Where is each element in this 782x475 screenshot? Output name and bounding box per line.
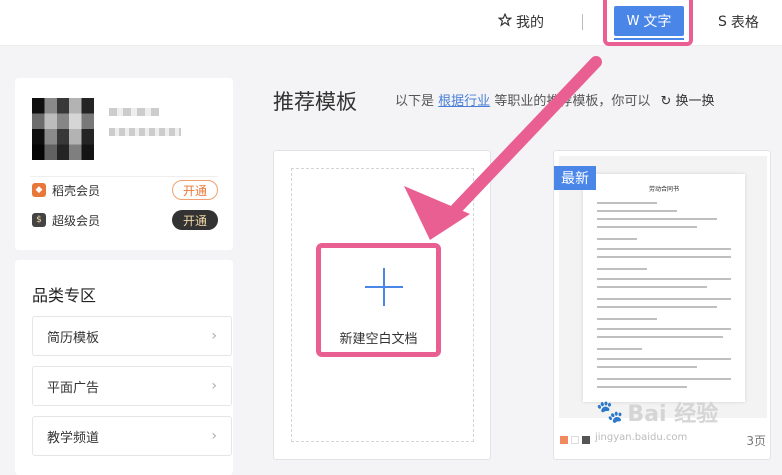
- chevron-right-icon: ›: [211, 428, 217, 444]
- top-bar: 我的 W 文字 S 表格: [0, 0, 782, 46]
- doc-line: [597, 298, 731, 300]
- doc-line: [597, 286, 707, 288]
- open-dake-button[interactable]: 开通: [172, 180, 218, 200]
- dake-member-icon: ◆: [32, 183, 46, 197]
- new-badge: 最新: [554, 166, 596, 190]
- category-item-label: 教学频道: [47, 430, 100, 446]
- member-row-super: $ 超级会员 开通: [32, 210, 218, 230]
- tab-doc-label: 文字: [643, 14, 672, 30]
- color-swatch: [560, 436, 568, 444]
- swap-label: 换一换: [675, 94, 715, 109]
- nav-mine[interactable]: 我的: [497, 12, 544, 32]
- sheet-s-icon: S: [718, 14, 727, 30]
- member-row-dake: ◆ 稻壳会员 开通: [32, 180, 218, 200]
- doc-line: [597, 366, 697, 368]
- member-label: 稻壳会员: [52, 183, 101, 198]
- doc-line: [597, 218, 717, 220]
- tab-sheet[interactable]: S 表格: [718, 12, 759, 32]
- category-item-label: 简历模板: [47, 330, 100, 346]
- tab-sheet-label: 表格: [730, 15, 759, 31]
- doc-w-icon: W: [626, 13, 640, 29]
- chevron-right-icon: ›: [211, 378, 217, 394]
- avatar[interactable]: [32, 98, 94, 160]
- plus-icon: [365, 268, 403, 306]
- watermark-text: Bai 经验: [627, 402, 719, 427]
- member-label: 超级会员: [52, 213, 101, 228]
- industry-link[interactable]: 根据行业: [438, 94, 490, 109]
- template-thumbnail[interactable]: 劳动合同书: [559, 156, 767, 418]
- doc-line: [597, 336, 723, 338]
- doc-preview-title: 劳动合同书: [648, 186, 679, 193]
- chevron-right-icon: ›: [211, 328, 217, 344]
- doc-line: [597, 256, 731, 258]
- hint-prefix: 以下是: [395, 94, 435, 109]
- color-swatch: [582, 436, 590, 444]
- tab-underline: [614, 38, 684, 40]
- nav-mine-label: 我的: [516, 15, 544, 31]
- category-item-teaching[interactable]: 教学频道 ›: [32, 416, 232, 456]
- baidu-watermark: 🐾 Bai 经验: [596, 392, 718, 432]
- doc-line: [597, 318, 657, 320]
- doc-line: [597, 306, 717, 308]
- new-blank-label: 新建空白文档: [339, 332, 418, 347]
- category-card: 品类专区 简历模板 › 平面广告 › 教学频道 ›: [15, 260, 233, 475]
- doc-line: [597, 386, 687, 388]
- category-title: 品类专区: [32, 286, 97, 305]
- new-blank-doc-button[interactable]: 新建空白文档: [316, 243, 441, 357]
- tab-doc[interactable]: W 文字: [614, 6, 684, 40]
- doc-line: [597, 268, 647, 270]
- paw-icon: 🐾: [596, 399, 624, 425]
- recommend-hint: 以下是 根据行业 等职业的推荐模板，你可以 ↻ 换一换: [395, 90, 715, 109]
- blurred-user-id: [109, 128, 181, 136]
- category-item-resume[interactable]: 简历模板 ›: [32, 316, 232, 356]
- doc-line: [597, 278, 731, 280]
- page-count: 3页: [746, 433, 766, 448]
- nav-divider: [582, 14, 583, 30]
- blurred-username: [109, 108, 159, 116]
- hint-suffix: 等职业的推荐模板，你可以: [494, 94, 651, 109]
- doc-line: [597, 348, 642, 350]
- refresh-icon: ↻: [660, 94, 672, 109]
- category-item-ads[interactable]: 平面广告 ›: [32, 366, 232, 406]
- doc-line: [597, 202, 657, 204]
- super-member-icon: $: [32, 213, 46, 227]
- doc-line: [597, 378, 731, 380]
- doc-line: [597, 226, 697, 228]
- document-preview: 劳动合同书: [583, 174, 745, 402]
- doc-line: [597, 358, 731, 360]
- category-item-label: 平面广告: [47, 380, 100, 396]
- user-card: ◆ 稻壳会员 开通 $ 超级会员 开通: [15, 78, 233, 250]
- section-title: 推荐模板: [273, 90, 357, 114]
- color-swatch: [571, 436, 579, 444]
- swap-button[interactable]: ↻ 换一换: [660, 94, 714, 109]
- star-icon: [497, 12, 513, 31]
- doc-line: [597, 210, 677, 212]
- card-divider: [30, 176, 218, 177]
- watermark-sub: jingyan.baidu.com: [595, 432, 688, 443]
- open-super-button[interactable]: 开通: [172, 210, 218, 230]
- doc-line: [597, 248, 731, 250]
- doc-line: [597, 328, 731, 330]
- doc-line: [597, 238, 637, 240]
